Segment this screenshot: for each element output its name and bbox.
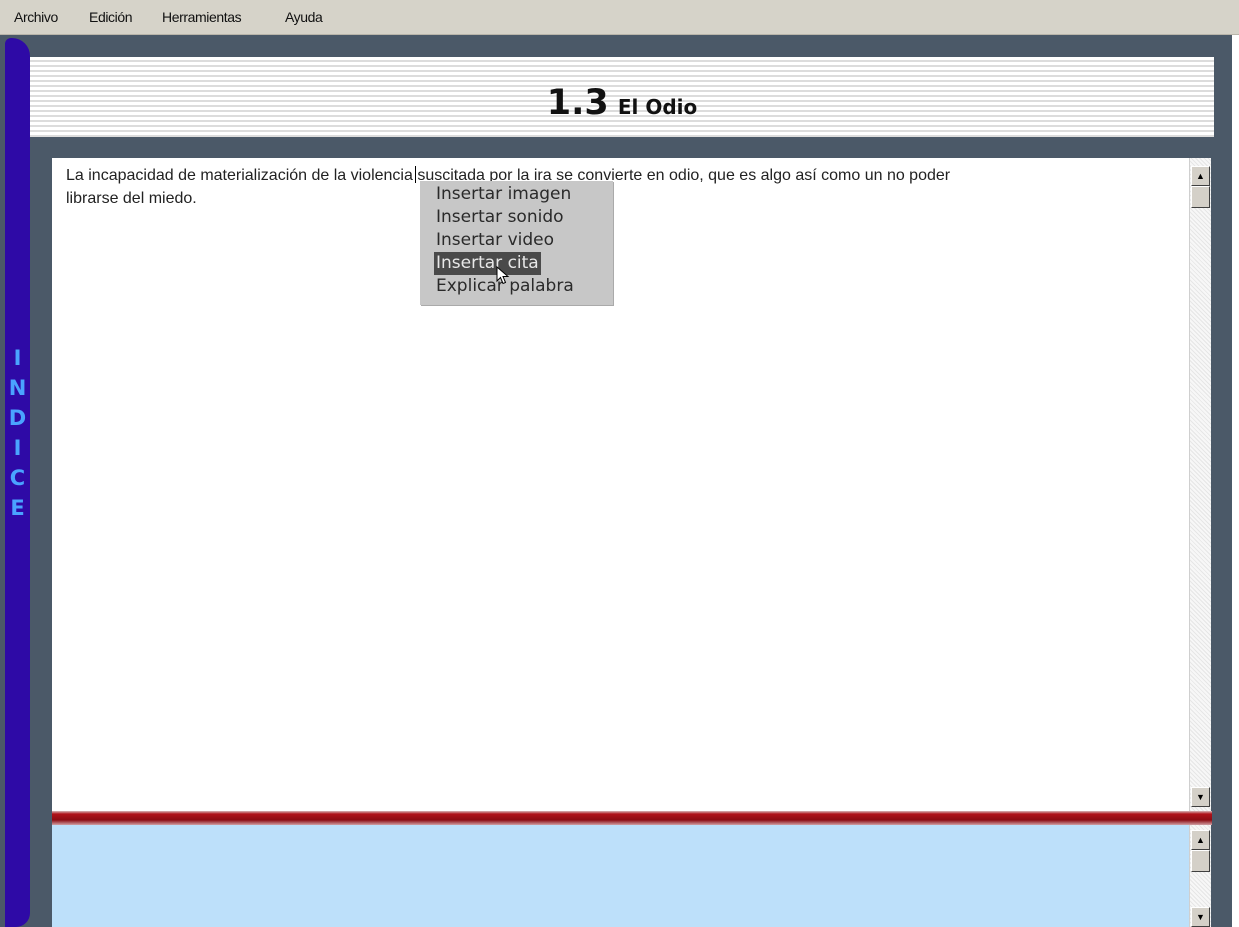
menu-item-insert-sound[interactable]: Insertar sonido [434,206,566,229]
index-letter: I [13,346,22,370]
menu-bar: Archivo Edición Herramientas Ayuda [0,0,1239,35]
scrollbar-thumb[interactable] [1191,186,1210,208]
section-name: El Odio [617,95,698,119]
index-letter: E [10,496,25,520]
content-editor[interactable]: La incapacidad de materialización de la … [52,158,1189,811]
arrow-up-icon[interactable]: ▲ [1191,166,1210,186]
mouse-pointer-icon [496,266,510,285]
index-letter: C [9,466,26,490]
index-letter: D [8,406,27,430]
context-menu: Insertar imagen Insertar sonido Insertar… [420,181,613,305]
scrollbar-thumb[interactable] [1191,850,1210,872]
index-letter: N [8,376,27,400]
content-scrollbar[interactable]: ▲ ▼ [1189,158,1211,811]
arrow-down-icon[interactable]: ▼ [1191,787,1210,807]
panel-divider[interactable] [52,811,1212,825]
section-number: 1.3 [546,83,609,123]
menu-edicion[interactable]: Edición [89,9,133,25]
arrow-down-icon[interactable]: ▼ [1191,907,1210,927]
menu-item-insert-video[interactable]: Insertar video [434,229,556,252]
index-letter: I [13,436,22,460]
menu-archivo[interactable]: Archivo [14,9,58,25]
menu-item-insert-quote[interactable]: Insertar cita [434,252,541,275]
notes-panel[interactable] [52,825,1189,927]
arrow-up-icon[interactable]: ▲ [1191,830,1210,850]
section-title: 1.3 El Odio [30,83,1214,123]
text-caret [415,166,416,183]
index-tab[interactable]: I N D I C E [5,38,30,927]
title-band: 1.3 El Odio [30,57,1214,137]
menu-ayuda[interactable]: Ayuda [285,9,323,25]
notes-scrollbar[interactable]: ▲ ▼ [1189,825,1211,927]
menu-herramientas[interactable]: Herramientas [162,9,242,25]
menu-item-insert-image[interactable]: Insertar imagen [434,183,573,206]
index-tab-label: I N D I C E [5,343,30,523]
